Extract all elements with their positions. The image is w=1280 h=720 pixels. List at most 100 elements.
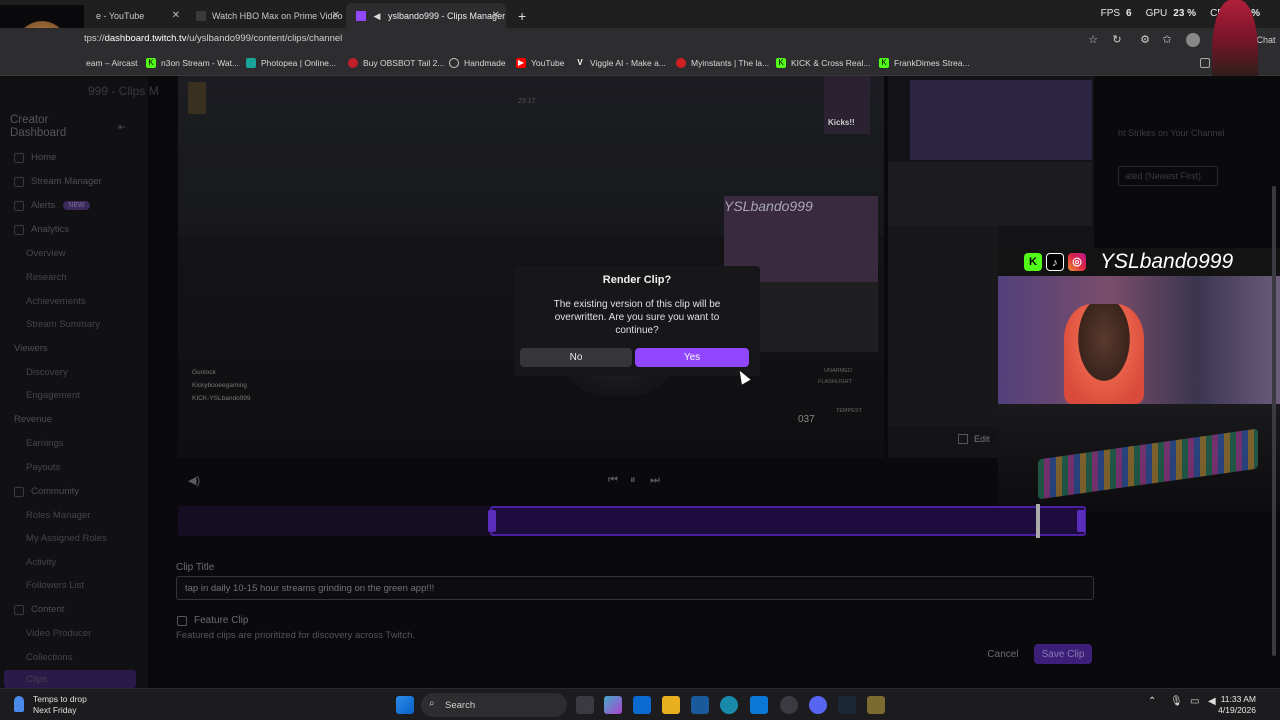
sidebar-item-revenue[interactable]: Revenue: [14, 414, 52, 425]
clip-thumbnail[interactable]: [910, 80, 1092, 160]
video-overlay-name: YSLbando999: [724, 198, 813, 214]
sidebar-item-discovery[interactable]: Discovery: [26, 367, 68, 378]
skip-forward-icon[interactable]: ⏭: [650, 474, 660, 487]
profile-avatar[interactable]: [1186, 33, 1200, 47]
bookmark-myinstants[interactable]: Myinstants | The la...: [676, 58, 769, 68]
bookmark-frankdimes[interactable]: K FrankDimes Strea...: [879, 58, 970, 68]
close-icon[interactable]: ✕: [492, 10, 500, 21]
bookmark-handmade[interactable]: Handmade: [449, 58, 506, 68]
bookmark-youtube[interactable]: ▶ YouTube: [516, 58, 564, 68]
sidebar-item-alerts[interactable]: Alerts NEW: [14, 200, 90, 211]
tab-hbo[interactable]: Watch HBO Max on Prime Video ✕: [186, 3, 346, 28]
sidebar-item-followers-list[interactable]: Followers List: [26, 580, 84, 591]
sidebar-item-analytics[interactable]: Analytics: [14, 224, 69, 235]
sidebar-item-activity[interactable]: Activity: [26, 557, 56, 568]
sidebar-item-stream-manager[interactable]: Stream Manager: [14, 176, 102, 187]
clip-timeline[interactable]: [178, 504, 1086, 538]
bookmark-n3on[interactable]: Kn3on Stream - Wat...: [146, 58, 239, 68]
sort-dropdown[interactable]: ated (Newest First): [1118, 166, 1218, 186]
kick-icon: K: [1024, 253, 1042, 271]
taskbar-clock[interactable]: 11:33 AM 4/19/2026: [1218, 694, 1256, 716]
collapse-sidebar-icon[interactable]: ⇤: [118, 122, 126, 133]
tab-label: yslbando999 - Clips Manager: [388, 10, 506, 21]
volume-icon[interactable]: ◀): [188, 474, 200, 487]
photos-icon[interactable]: [691, 696, 709, 714]
tab-youtube[interactable]: e - YouTube ✕: [86, 3, 186, 28]
sidebar-item-viewers[interactable]: Viewers: [14, 343, 48, 354]
outlook-icon[interactable]: [750, 696, 768, 714]
favorites-icon[interactable]: ✩: [1160, 33, 1174, 47]
discord-icon[interactable]: [809, 696, 827, 714]
feature-clip-label: Feature Clip: [194, 615, 249, 626]
close-icon[interactable]: ✕: [332, 10, 340, 21]
weather-widget[interactable]: Temps to drop Next Friday: [14, 694, 87, 716]
clip-title-input[interactable]: [176, 576, 1094, 600]
url-scheme: tps://: [84, 33, 105, 44]
page-scrollbar[interactable]: [1272, 186, 1276, 656]
pause-icon[interactable]: ⏸: [630, 474, 636, 487]
sidebar-item-content[interactable]: Content: [14, 604, 64, 615]
sidebar-item-achievements[interactable]: Achievements: [26, 296, 86, 307]
task-view-icon[interactable]: [576, 696, 594, 714]
new-tab-button[interactable]: +: [508, 3, 528, 28]
copilot-icon[interactable]: [604, 696, 622, 714]
bookmark-obsbot[interactable]: Buy OBSBOT Tail 2...: [348, 58, 444, 68]
sidebar-item-clips[interactable]: Clips: [26, 674, 47, 685]
timeline-handle-end[interactable]: [1077, 510, 1085, 532]
clip-thumbnail[interactable]: [888, 226, 998, 426]
yes-button[interactable]: Yes: [635, 348, 749, 367]
sidebar-item-overview[interactable]: Overview: [26, 248, 66, 259]
sidebar-item-label: Payouts: [26, 462, 61, 473]
edit-checkbox[interactable]: [958, 434, 968, 444]
timeline-playhead[interactable]: [1036, 504, 1040, 538]
bookmark-photopea[interactable]: Photopea | Online...: [246, 58, 336, 68]
bookmark-viggle[interactable]: V Viggle AI - Make a...: [575, 58, 666, 68]
store-icon[interactable]: [633, 696, 651, 714]
sidebar-item-my-assigned-roles[interactable]: My Assigned Roles: [26, 533, 107, 544]
sidebar-item-home[interactable]: Home: [14, 152, 56, 163]
bookmark-aircast[interactable]: eam – Aircast: [86, 58, 138, 68]
feature-clip-checkbox[interactable]: [177, 616, 187, 626]
network-icon[interactable]: ▭: [1190, 696, 1208, 714]
tab-clips-manager[interactable]: ◀ yslbando999 - Clips Manager ✕: [346, 3, 506, 28]
sidebar-item-engagement[interactable]: Engagement: [26, 390, 80, 401]
taskbar-search[interactable]: ⌕ Search: [421, 693, 567, 717]
url-field[interactable]: tps://dashboard.twitch.tv/u/yslbando999/…: [84, 33, 342, 44]
sidebar-item-community[interactable]: Community: [14, 486, 79, 497]
chrome-icon[interactable]: [780, 696, 798, 714]
timeline-selection[interactable]: [490, 506, 1086, 536]
sidebar-item-label: Content: [31, 604, 65, 615]
favorite-star-icon[interactable]: ☆: [1086, 33, 1100, 47]
sidebar-item-label: Roles Manager: [26, 510, 91, 521]
sidebar-header: Creator Dashboard: [10, 114, 67, 139]
app-icon[interactable]: [867, 696, 885, 714]
no-button[interactable]: No: [520, 348, 632, 367]
skip-back-icon[interactable]: ⏮: [608, 474, 618, 487]
home-icon: [14, 152, 24, 163]
extension-icon[interactable]: ⚙: [1138, 33, 1152, 47]
edge-icon[interactable]: [720, 696, 738, 714]
sidebar-item-label: Analytics: [31, 224, 70, 235]
refresh-icon[interactable]: ↻: [1110, 33, 1124, 47]
sidebar-item-collections[interactable]: Collections: [26, 652, 72, 663]
timeline-handle-start[interactable]: [488, 510, 496, 532]
chevron-up-icon[interactable]: ⌃: [1148, 696, 1166, 714]
clip-thumbnail[interactable]: [888, 162, 1092, 226]
kick-icon: K: [776, 58, 786, 68]
sidebar-item-research[interactable]: Research: [26, 272, 67, 283]
windows-start-icon[interactable]: [396, 696, 414, 714]
edit-link[interactable]: Edit: [974, 434, 990, 444]
close-icon[interactable]: ✕: [172, 10, 180, 21]
bookmark-kick-cross[interactable]: K KICK & Cross Real...: [776, 58, 870, 68]
sidebar-item-earnings[interactable]: Earnings: [26, 438, 64, 449]
cancel-button[interactable]: Cancel: [980, 644, 1026, 664]
sidebar-item-stream-summary[interactable]: Stream Summary: [26, 319, 100, 330]
speaker-icon: ◀: [373, 10, 381, 21]
microphone-icon[interactable]: 🎙: [1170, 696, 1188, 714]
steam-icon[interactable]: [838, 696, 856, 714]
sidebar-item-roles-manager[interactable]: Roles Manager: [26, 510, 90, 521]
sidebar-item-video-producer[interactable]: Video Producer: [26, 628, 91, 639]
save-clip-button[interactable]: Save Clip: [1034, 644, 1092, 664]
file-explorer-icon[interactable]: [662, 696, 680, 714]
sidebar-item-payouts[interactable]: Payouts: [26, 462, 60, 473]
